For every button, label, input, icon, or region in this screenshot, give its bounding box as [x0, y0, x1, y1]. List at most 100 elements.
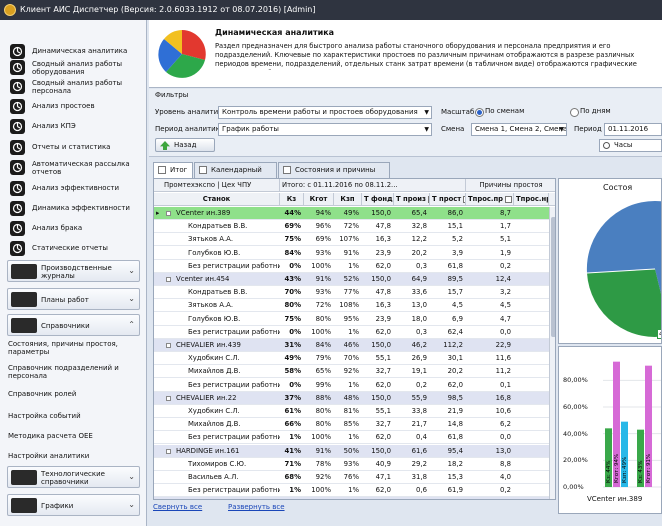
expand-toggle-icon[interactable]: [166, 211, 171, 216]
column-header-label: Т прост: [432, 195, 462, 203]
operator-row[interactable]: Без регистрации работника 1% 100% 1% 62,0 0,6…: [154, 484, 549, 498]
reference-item-1[interactable]: Состояния, причины простоя, параметры: [0, 340, 146, 358]
level-select[interactable]: Контроль времени работы и простоев обору…: [218, 106, 432, 119]
column-header[interactable]: Tпрос.нр: [514, 193, 549, 206]
operator-row[interactable]: Голубков Ю.В. 75% 80% 95% 23,9 18,0 6,9 4,7: [154, 313, 549, 326]
operator-row[interactable]: Голубков Ю.В. 84% 93% 91% 23,9 20,2 3,9 1,9: [154, 247, 549, 260]
scale-by-day-radio[interactable]: По дням: [569, 105, 611, 118]
column-header[interactable]: Т прост: [430, 193, 466, 206]
pie-slice-green: [587, 269, 661, 337]
tab-itog[interactable]: Итог: [153, 162, 193, 179]
reference-item-6[interactable]: Настройки аналитики: [0, 448, 146, 466]
operator-row[interactable]: Без регистрации работника 0% 99% 1% 62,0 0,2 6…: [154, 379, 549, 392]
row-name: Без регистрации работника: [188, 327, 280, 336]
arrow-up-icon: [160, 141, 170, 150]
reference-item-3[interactable]: Справочник ролей: [0, 386, 146, 404]
cell-kzp: 70%: [343, 354, 359, 363]
cell-tprost: 30,1: [447, 354, 463, 363]
date-input[interactable]: 01.11.2016: [604, 123, 662, 136]
clock-icon: [10, 99, 25, 114]
bar-data-label: Кгот: 91%: [646, 454, 652, 483]
cell-kgot: 78%: [315, 459, 331, 468]
column-header[interactable]: Кз: [280, 193, 304, 206]
sidebar-item-6[interactable]: Отчеты и статистика: [0, 138, 146, 156]
cell-kgot: 100%: [311, 327, 331, 336]
column-header[interactable]: Кзп: [334, 193, 362, 206]
sidebar-item-11[interactable]: Статические отчеты: [0, 239, 146, 257]
filter-icon[interactable]: [505, 195, 513, 203]
expand-all-link[interactable]: Развернуть все: [228, 503, 285, 511]
column-header-label: Т фонд: [364, 195, 393, 203]
sidebar-item-5[interactable]: Анализ КПЭ: [0, 117, 146, 135]
sidebar-item-7[interactable]: Автоматическая рассылка отчетов: [0, 158, 146, 176]
sidebar-item-10[interactable]: Анализ брака: [0, 219, 146, 237]
cell-tproiz: 0,3: [416, 327, 427, 336]
expand-toggle-icon[interactable]: [166, 395, 171, 401]
cell-kgot: 78%: [304, 497, 334, 499]
machine-row[interactable]: CHEVALIER ин.22 37% 88% 48% 150,0 55,9 98,5 16,…: [154, 391, 549, 405]
reference-item-4[interactable]: Настройка событий: [0, 408, 146, 426]
expand-toggle-icon[interactable]: [166, 448, 171, 454]
group-plans[interactable]: Планы работ ⌄: [7, 288, 140, 310]
cell-tfond: 62,0: [375, 486, 391, 495]
operator-row[interactable]: Без регистрации работника 0% 100% 1% 62,0 0,3…: [154, 260, 549, 273]
machine-row[interactable]: CHEVALIER ин.439 31% 84% 46% 150,0 46,2 112,2 2…: [154, 339, 549, 352]
column-header[interactable]: Кгот: [304, 193, 334, 206]
operator-row[interactable]: Худобкин С.Л. 61% 80% 81% 55,1 33,8 21,9 10,6: [154, 405, 549, 418]
cell-kz: 75%: [284, 235, 302, 244]
cell-kzp: 91%: [343, 248, 359, 257]
cell-kzp: 92%: [343, 367, 359, 376]
machine-row[interactable]: HARDINGE ин.161 41% 91% 50% 150,0 61,6 95,4 13,…: [154, 444, 549, 458]
operator-row[interactable]: Зятьков А.А. 80% 72% 108% 16,3 13,0 4,5 4,5: [154, 299, 549, 313]
cell-kgot: 88%: [315, 393, 331, 402]
column-header-label: Tпрос.пр: [468, 195, 504, 203]
period-select[interactable]: График работы ▼: [218, 123, 432, 136]
cell-kz: 0%: [289, 261, 301, 270]
sidebar-item-2[interactable]: Сводный анализ работы оборудования: [0, 58, 146, 76]
tab-states-reasons[interactable]: Состояния и причины простоя: [278, 162, 390, 188]
expand-toggle-icon[interactable]: [166, 343, 171, 348]
group-references[interactable]: Справочники ⌃: [7, 314, 140, 336]
sidebar-item-8[interactable]: Анализ эффективности: [0, 179, 146, 197]
scrollbar-thumb[interactable]: [551, 217, 555, 337]
cell-kgot: 91%: [315, 275, 331, 283]
scale-by-shift-radio[interactable]: По сменам: [474, 105, 524, 118]
reference-item-2[interactable]: Справочник подразделений и персонала: [0, 364, 146, 382]
group-journals[interactable]: Производственные журналы ⌄: [7, 260, 140, 282]
group-graphs[interactable]: Графики ⌄: [7, 494, 140, 516]
column-header[interactable]: Т произ: [394, 193, 430, 206]
chevron-down-icon: ⌄: [128, 500, 135, 509]
operator-row[interactable]: Васильев А.Л. 68% 92% 76% 47,1 31,8 15,3 4,0: [154, 471, 549, 484]
cell-kgot: 96%: [315, 222, 331, 231]
shift-select[interactable]: Смена 1, Смена 2, Смена 3 ▼: [471, 123, 567, 136]
collapse-all-link[interactable]: Свернуть все: [153, 503, 202, 511]
machine-row[interactable]: ▸ VCenter ин.389 44% 94% 49% 150,0 65,4 86,0 8,7: [154, 207, 549, 220]
sidebar-item-4[interactable]: Анализ простоев: [0, 97, 146, 115]
machine-row[interactable]: CHEVALIER ин.39939%78%60%150,058,3116,23…: [154, 497, 549, 499]
operator-row[interactable]: Михайлов Д.В. 58% 65% 92% 32,7 19,1 20,2 11,2: [154, 365, 549, 379]
operator-row[interactable]: Зятьков А.А. 75% 69% 107% 16,3 12,2 5,2 5,1: [154, 233, 549, 247]
reference-item-5[interactable]: Методика расчета OEE: [0, 428, 146, 446]
column-header[interactable]: Станок: [154, 193, 280, 206]
operator-row[interactable]: Без регистрации работника 0% 100% 1% 62,0 0,3…: [154, 326, 549, 339]
units-select[interactable]: Часы: [599, 139, 662, 152]
operator-row[interactable]: Тихомиров С.Ю. 71% 78% 93% 40,9 29,2 18,2 8,8: [154, 458, 549, 471]
operator-row[interactable]: Без регистрации работника 1% 100% 1% 62,0 0,4…: [154, 431, 549, 445]
cell-kz: 80%: [284, 301, 302, 310]
column-header[interactable]: Т фонд: [362, 193, 394, 206]
tab-calendar-report[interactable]: Календарный отчет: [194, 162, 277, 188]
operator-row[interactable]: Худобкин С.Л. 49% 79% 70% 55,1 26,9 30,1 11,6: [154, 352, 549, 366]
cell-kz: 61%: [284, 407, 302, 415]
operator-row[interactable]: Михайлов Д.В. 66% 80% 85% 32,7 21,7 14,8 6,2: [154, 418, 549, 432]
back-button[interactable]: Назад: [155, 138, 215, 152]
operator-row[interactable]: Кондратьев В.В. 70% 93% 77% 47,8 33,6 15,7 3,2: [154, 286, 549, 300]
machine-row[interactable]: Vcenter ин.454 43% 91% 52% 150,0 64,9 89,5 12,4: [154, 273, 549, 286]
operator-row[interactable]: Кондратьев В.В. 69% 96% 72% 47,8 32,8 15,1 1,7: [154, 220, 549, 234]
grid-scrollbar[interactable]: [549, 207, 555, 499]
sidebar-item-3[interactable]: Сводный анализ работы персонала: [0, 77, 146, 95]
column-header[interactable]: Tпрос.пр: [466, 193, 514, 206]
group-tech-references[interactable]: Технологические справочники ⌄: [7, 466, 140, 488]
sidebar-item-9[interactable]: Динамика эффективности: [0, 199, 146, 217]
expand-toggle-icon[interactable]: [166, 277, 171, 282]
row-name: Голубков Ю.В.: [188, 314, 241, 323]
